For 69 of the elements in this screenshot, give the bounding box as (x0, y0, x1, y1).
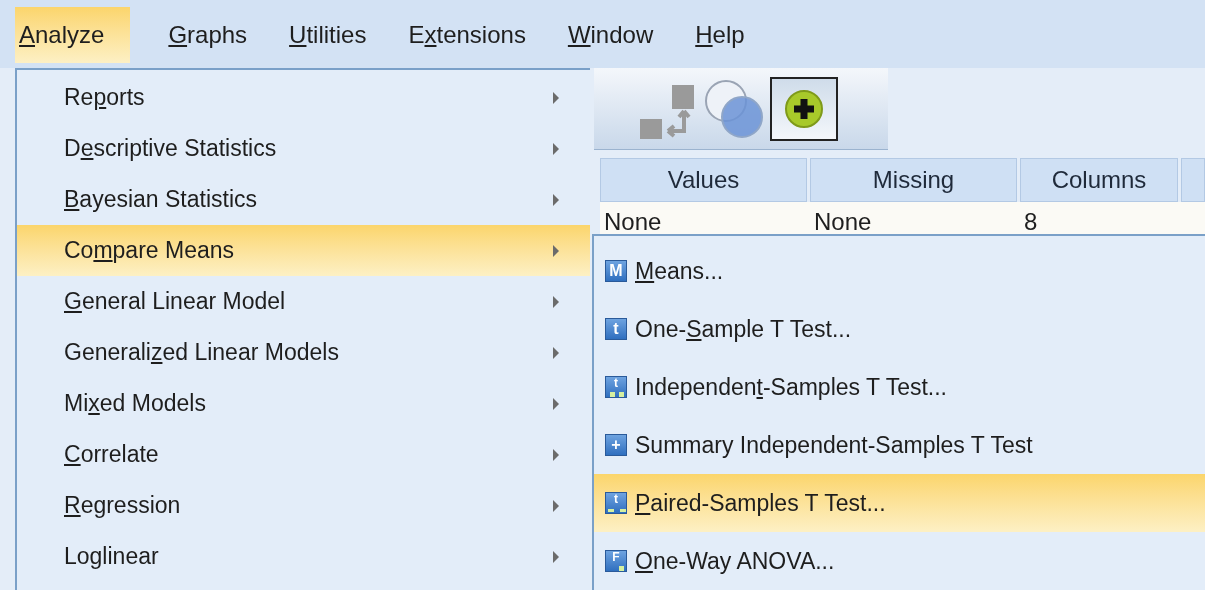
menu-label: Correlate (64, 440, 159, 470)
menu-item[interactable]: Bayesian Statistics (17, 174, 590, 225)
menu-item[interactable]: F One-Way ANOVA... (594, 532, 1205, 590)
menu-label: Graphs (168, 20, 248, 50)
menu-label: Loglinear (64, 542, 159, 572)
table-cell-text: 8 (1023, 207, 1039, 236)
menu-label: Independent-Samples T Test... (635, 372, 947, 402)
menu-item[interactable]: Utilities (285, 7, 371, 63)
submenu-arrow-icon (552, 396, 560, 411)
submenu-arrow-icon (552, 141, 560, 156)
menu-item[interactable]: Descriptive Statistics (17, 123, 590, 174)
add-icon (784, 88, 824, 129)
menu-label: Bayesian Statistics (64, 185, 258, 215)
menu-item[interactable]: Analyze (15, 7, 131, 63)
procedure-icon: t (605, 318, 627, 340)
menu-label: Summary Independent-Samples T Test (635, 430, 1033, 460)
column-header[interactable] (1181, 158, 1205, 202)
menu-label: Means... (635, 256, 724, 286)
menu-label: Help (695, 20, 745, 50)
menu-label: Utilities (289, 20, 367, 50)
menu-item[interactable]: t Paired-Samples T Test... (594, 474, 1205, 532)
submenu-arrow-icon (552, 192, 560, 207)
submenu-arrow-icon (552, 294, 560, 309)
menu-item[interactable]: Regression (17, 480, 590, 531)
menu-label: Generalized Linear Models (64, 338, 339, 368)
submenu-arrow-icon (552, 549, 560, 564)
submenu-arrow-icon (552, 90, 560, 105)
menu-item[interactable]: t One-Sample T Test... (594, 300, 1205, 358)
menu-item[interactable]: Graphs (164, 7, 252, 63)
menu-item[interactable]: t Independent-Samples T Test... (594, 358, 1205, 416)
menu-label: Compare Means (64, 236, 235, 266)
menu-item[interactable]: General Linear Model (17, 276, 590, 327)
procedure-icon: t (605, 376, 627, 398)
submenu-arrow-icon (552, 498, 560, 513)
menu-item[interactable]: Generalized Linear Models (17, 327, 590, 378)
menu-label: Regression (64, 491, 181, 521)
menu-label: One-Sample T Test... (635, 314, 852, 344)
procedure-icon: + (605, 434, 627, 456)
menu-item[interactable]: Help (691, 7, 749, 63)
menu-label: Extensions (408, 20, 526, 50)
column-header[interactable]: Columns (1020, 158, 1178, 202)
menu-item[interactable]: Compare Means (17, 225, 590, 276)
toolbar-button[interactable] (770, 76, 838, 141)
menu-label: Analyze (19, 20, 105, 50)
submenu-arrow-icon (552, 447, 560, 462)
menu-label: Reports (64, 83, 145, 113)
menu-item[interactable]: Mixed Models (17, 378, 590, 429)
menu-item[interactable]: + Summary Independent-Samples T Test (594, 416, 1205, 474)
procedure-icon: t (605, 492, 627, 514)
procedure-icon: M (605, 260, 627, 282)
table-cell-text: None (603, 207, 663, 236)
menu-label: One-Way ANOVA... (635, 546, 835, 576)
menu-item[interactable]: Window (563, 7, 658, 63)
menu-label: Mixed Models (64, 389, 206, 419)
procedure-icon: F (605, 550, 627, 572)
menu-label: Descriptive Statistics (64, 134, 277, 164)
table-cell-text: None (813, 207, 873, 236)
menu-item[interactable]: Extensions (404, 7, 530, 63)
column-header[interactable]: Missing (810, 158, 1017, 202)
column-header[interactable]: Values (600, 158, 807, 202)
menu-label: General Linear Model (64, 287, 286, 317)
menu-item[interactable]: Loglinear (17, 531, 590, 582)
menu-label: Paired-Samples T Test... (635, 488, 886, 518)
menu-item[interactable]: Reports (17, 72, 590, 123)
submenu-arrow-icon (552, 243, 560, 258)
submenu-arrow-icon (552, 345, 560, 360)
menu-label: Window (567, 20, 654, 50)
menu-item[interactable]: M Means... (594, 242, 1205, 300)
menu-item[interactable]: Correlate (17, 429, 590, 480)
